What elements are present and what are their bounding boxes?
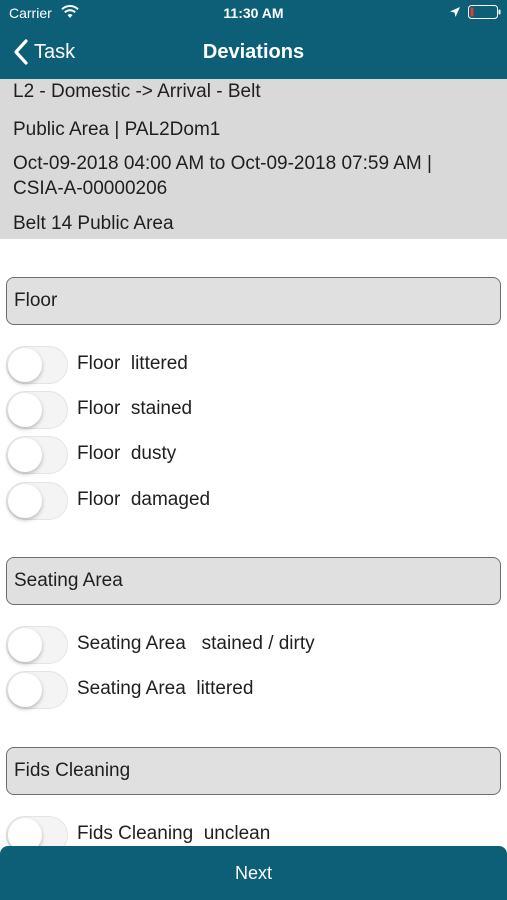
- deviation-item: Seating Area littered: [6, 667, 496, 711]
- deviation-label: Floor dusty: [77, 443, 177, 464]
- back-button[interactable]: Task: [12, 30, 75, 74]
- deviation-toggle[interactable]: [6, 391, 68, 429]
- status-time: 11:30 AM: [223, 5, 284, 21]
- page-title: Deviations: [202, 41, 305, 63]
- next-button[interactable]: Next: [0, 846, 507, 900]
- deviation-toggle[interactable]: [6, 626, 68, 664]
- back-label: Task: [34, 40, 76, 63]
- deviation-item: Floor littered: [6, 342, 496, 386]
- status-bar: Carrier 11:30 AM: [0, 0, 507, 26]
- task-info-panel: L2 - Domestic -> Arrival - Belt Public A…: [0, 79, 507, 239]
- deviation-toggle[interactable]: [6, 671, 68, 709]
- toggle-knob: [8, 438, 42, 472]
- deviation-toggle[interactable]: [6, 436, 68, 474]
- deviation-label: Floor littered: [77, 353, 188, 374]
- task-area-line: Public Area | PAL2Dom1: [13, 119, 221, 140]
- toggle-knob: [8, 348, 42, 382]
- toggle-knob: [8, 628, 42, 662]
- chevron-left-icon: [14, 39, 28, 65]
- task-location-line: L2 - Domestic -> Arrival - Belt: [13, 81, 261, 102]
- toggle-knob: [8, 673, 42, 707]
- toggle-knob: [8, 393, 42, 427]
- section-header-floor: Floor: [6, 277, 501, 325]
- task-location-detail: Belt 14 Public Area: [13, 213, 174, 234]
- deviation-label: Floor damaged: [77, 489, 211, 510]
- nav-bar: Task Deviations: [0, 30, 507, 74]
- section-header-seating-area: Seating Area: [6, 557, 501, 605]
- deviation-label: Seating Area stained / dirty: [77, 633, 315, 654]
- deviation-label: Seating Area littered: [77, 678, 254, 699]
- deviation-item: Seating Area stained / dirty: [6, 622, 496, 666]
- deviation-toggle[interactable]: [6, 482, 68, 520]
- section-header-fids-cleaning: Fids Cleaning: [6, 747, 501, 795]
- battery-low-icon: [468, 5, 501, 19]
- toggle-knob: [8, 484, 42, 518]
- location-arrow-icon: [450, 7, 460, 17]
- deviation-item: Floor dusty: [6, 432, 496, 476]
- deviation-label: Floor stained: [77, 398, 193, 419]
- task-time-range: Oct-09-2018 04:00 AM to Oct-09-2018 07:5…: [13, 153, 432, 174]
- deviation-toggle[interactable]: [6, 346, 68, 384]
- deviation-item: Floor stained: [6, 387, 496, 431]
- app-header: Carrier 11:30 AM Task Deviations: [0, 0, 507, 79]
- deviation-item: Floor damaged: [6, 478, 496, 522]
- task-id: CSIA-A-00000206: [13, 178, 168, 199]
